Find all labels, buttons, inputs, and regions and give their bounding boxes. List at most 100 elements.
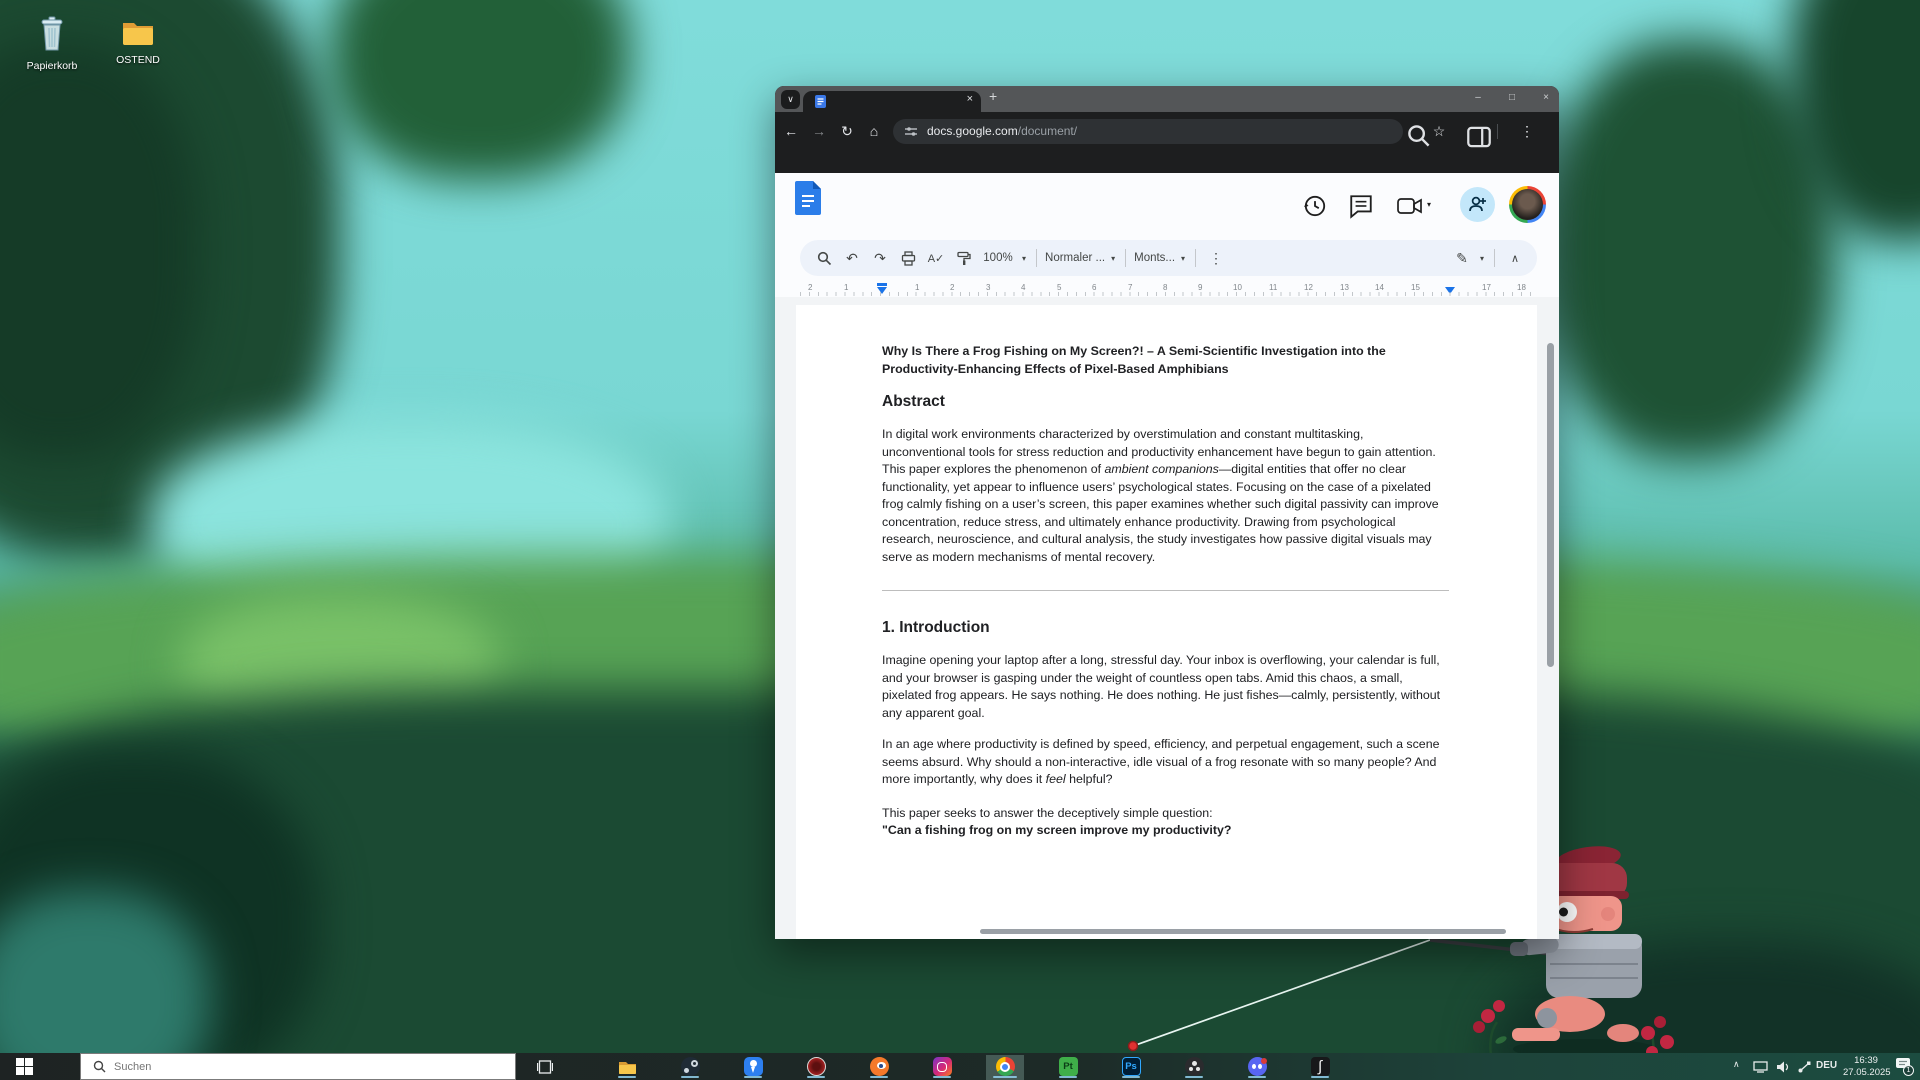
spellcheck-button[interactable]: A✓ (922, 245, 950, 271)
abstract-text: —digital entities that offer no clear fu… (882, 462, 1439, 564)
taskbar-search-box[interactable] (80, 1053, 516, 1080)
paragraph-style-select[interactable]: Normaler ... (1043, 252, 1107, 264)
browser-menu-kebab-icon[interactable]: ⋮ (1515, 119, 1539, 143)
running-indicator (1248, 1076, 1266, 1078)
editing-mode-caret-icon[interactable]: ▾ (1476, 254, 1488, 263)
frog-pupil (1559, 908, 1568, 917)
google-docs-logo-icon[interactable] (795, 181, 821, 215)
toolbar-divider (1497, 124, 1498, 139)
steam-icon (681, 1057, 700, 1076)
left-margin-marker[interactable] (877, 287, 887, 294)
window-close-button[interactable]: × (1537, 89, 1555, 107)
editing-mode-button[interactable]: ✎ (1448, 245, 1476, 271)
ruler-number: 10 (1233, 283, 1242, 292)
bookmarks-bar-area (775, 150, 1559, 173)
docs-header: ▾ (775, 173, 1559, 237)
redo-button[interactable]: ↷ (866, 245, 894, 271)
account-avatar[interactable] (1509, 186, 1546, 223)
ruler-number: 9 (1198, 283, 1202, 292)
tab-search-button[interactable]: ∨ (781, 90, 800, 109)
taskbar-game-red[interactable] (804, 1055, 828, 1078)
side-panel-icon[interactable] (1467, 125, 1491, 149)
docs-favicon (814, 95, 827, 108)
zoom-value: 100% (981, 252, 1014, 264)
taskbar-photoshop[interactable]: Ps (1119, 1055, 1143, 1078)
paint-format-button[interactable] (950, 245, 978, 271)
back-button[interactable]: ← (779, 119, 803, 143)
taskbar-music-app[interactable]: ∫ (1308, 1055, 1332, 1078)
usb-icon[interactable] (1798, 1061, 1811, 1073)
tray-hidden-icons-chevron[interactable]: ∧ (1733, 1059, 1740, 1070)
font-caret-icon[interactable]: ▾ (1177, 254, 1189, 263)
ruler-number: 1 (844, 283, 848, 292)
toolbar-divider (1036, 249, 1037, 267)
taskbar-instagram[interactable] (930, 1055, 954, 1078)
vertical-scrollbar-thumb[interactable] (1547, 343, 1554, 667)
taskbar-discord[interactable] (1245, 1055, 1269, 1078)
intro-italic: feel (1046, 772, 1066, 786)
taskbar-steam[interactable] (678, 1055, 702, 1078)
document-title: Why Is There a Frog Fishing on My Screen… (882, 343, 1449, 378)
taskbar: Pt Ps ∫ ∧ (0, 1053, 1920, 1080)
bookmark-star-icon[interactable]: ☆ (1427, 119, 1451, 143)
network-icon[interactable] (1753, 1061, 1768, 1073)
video-call-dropdown-caret[interactable]: ▾ (1427, 200, 1453, 226)
browser-toolbar: ← → ↻ ⌂ docs.google.com/document/ ☆ ⋮ (775, 112, 1559, 150)
forward-button[interactable]: → (807, 119, 831, 143)
comments-icon[interactable] (1348, 193, 1374, 219)
tab-google-docs[interactable]: × (803, 91, 981, 112)
taskbar-file-explorer[interactable] (615, 1055, 639, 1078)
volume-icon[interactable] (1776, 1061, 1790, 1073)
horizontal-scrollbar-thumb[interactable] (980, 929, 1506, 934)
search-input[interactable] (114, 1061, 444, 1073)
discord-icon (1248, 1057, 1267, 1076)
taskbar-clock[interactable]: 16:39 27.05.2025 (1843, 1055, 1889, 1078)
collapse-toolbar-button[interactable]: ∧ (1501, 245, 1529, 271)
recycle-bin-icon (36, 16, 68, 52)
taskbar-blender[interactable] (867, 1055, 891, 1078)
undo-button[interactable]: ↶ (838, 245, 866, 271)
address-bar[interactable]: docs.google.com/document/ (893, 119, 1403, 144)
zoom-caret-icon[interactable]: ▾ (1018, 254, 1030, 263)
taskbar-maps-app[interactable] (741, 1055, 765, 1078)
site-settings-icon[interactable] (904, 125, 918, 138)
desktop-icon-recycle-bin[interactable]: Papierkorb (20, 16, 84, 72)
style-caret-icon[interactable]: ▾ (1107, 254, 1119, 263)
reload-button[interactable]: ↻ (835, 119, 859, 143)
video-call-icon[interactable] (1397, 193, 1423, 219)
running-indicator (681, 1076, 699, 1078)
task-view-button[interactable] (533, 1055, 557, 1078)
share-button[interactable] (1460, 187, 1495, 222)
indent-marker-bar[interactable] (877, 283, 887, 286)
ruler-number: 15 (1411, 283, 1420, 292)
taskbar-chrome-active[interactable] (986, 1055, 1024, 1078)
folder-icon (121, 18, 155, 46)
running-indicator (1311, 1076, 1329, 1078)
ruler: 2 1 1 2 3 4 5 6 7 8 9 10 11 12 13 14 15 … (775, 281, 1559, 297)
running-indicator (1122, 1076, 1140, 1078)
right-margin-marker[interactable] (1445, 287, 1455, 294)
document-page[interactable]: Why Is There a Frog Fishing on My Screen… (796, 305, 1537, 939)
language-indicator[interactable]: DEU (1816, 1060, 1837, 1071)
desktop-icon-ostend-folder[interactable]: OSTEND (106, 18, 170, 66)
browser-window: ∨ × + – □ × ← → ↻ ⌂ (775, 86, 1559, 939)
tab-close-icon[interactable]: × (967, 93, 973, 105)
window-minimize-button[interactable]: – (1469, 89, 1487, 107)
document-text[interactable]: Why Is There a Frog Fishing on My Screen… (882, 343, 1449, 840)
fishing-line (1133, 940, 1430, 1046)
window-maximize-button[interactable]: □ (1503, 89, 1521, 107)
docs-search-button[interactable] (810, 245, 838, 271)
taskbar-game-ball[interactable] (1182, 1055, 1206, 1078)
start-button[interactable] (12, 1058, 38, 1075)
print-button[interactable] (894, 245, 922, 271)
taskbar-pt-app[interactable]: Pt (1056, 1055, 1080, 1078)
zoom-select[interactable]: 100% (978, 245, 1018, 271)
new-tab-button[interactable]: + (989, 88, 997, 104)
home-button[interactable]: ⌂ (862, 119, 886, 143)
google-docs-app: ▾ (775, 173, 1559, 939)
font-family-select[interactable]: Monts... (1132, 252, 1177, 264)
version-history-icon[interactable] (1302, 193, 1328, 219)
toolbar-overflow-button[interactable]: ⋮ (1202, 245, 1230, 271)
notification-center-button[interactable]: 1 (1895, 1057, 1913, 1075)
ruler-number: 1 (915, 283, 919, 292)
